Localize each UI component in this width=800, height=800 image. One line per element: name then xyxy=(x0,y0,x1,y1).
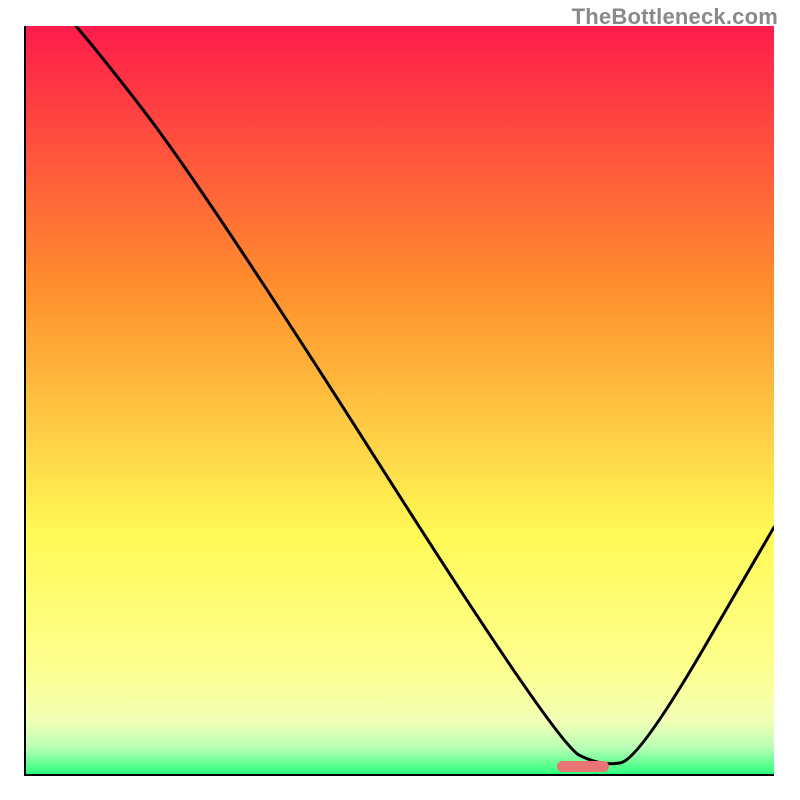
bottleneck-curve xyxy=(26,26,774,764)
bottleneck-chart: TheBottleneck.com xyxy=(0,0,800,800)
plot-area xyxy=(26,26,774,774)
curve-layer xyxy=(26,26,774,774)
watermark-label: TheBottleneck.com xyxy=(572,4,778,30)
optimal-range-marker xyxy=(557,761,609,772)
x-axis xyxy=(26,774,774,776)
y-axis xyxy=(24,26,26,776)
